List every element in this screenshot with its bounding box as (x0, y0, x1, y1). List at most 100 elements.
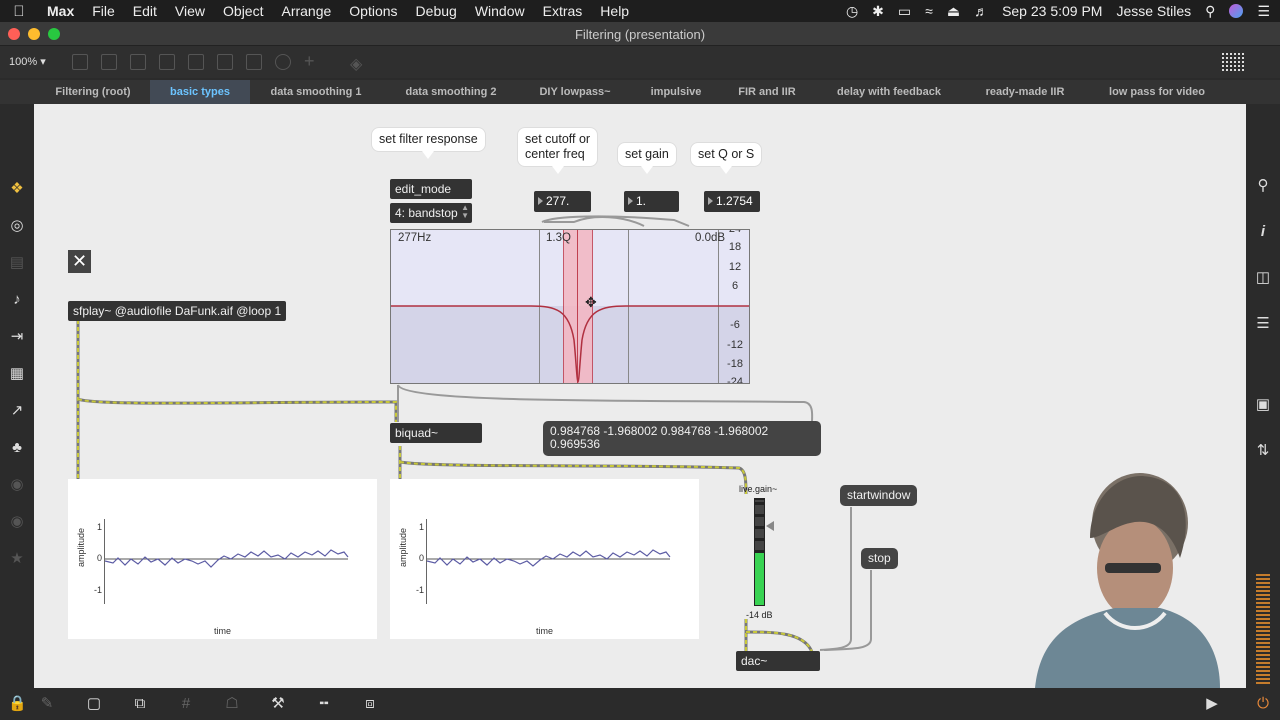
menu-debug[interactable]: Debug (407, 3, 466, 19)
packages-icon[interactable]: ❖ (8, 180, 26, 198)
mixer-icon[interactable]: ⇅ (1254, 442, 1272, 460)
plot-waveform (104, 549, 349, 568)
bars-icon[interactable]: ╍ (315, 695, 333, 713)
stop-button[interactable]: stop (861, 548, 898, 569)
wifi-icon[interactable]: ≈ (925, 3, 933, 19)
stack-icon[interactable]: ⧉ (131, 695, 149, 713)
output-meter-icon (1256, 574, 1270, 684)
image-icon[interactable]: ▦ (8, 365, 26, 383)
lock-toggle-icon[interactable] (72, 54, 88, 70)
paint-bucket-icon[interactable]: ◈ (350, 54, 366, 73)
lock-icon[interactable]: 🔒 (8, 695, 27, 713)
tab-impulsive[interactable]: impulsive (640, 80, 712, 104)
patcher-toolbar: 100% ▾ + ◈ (0, 46, 1280, 78)
grid-icon[interactable]: # (177, 695, 195, 713)
tab-diy-lowpass[interactable]: DIY lowpass~ (530, 80, 620, 104)
tab-delay-with-feedback[interactable]: delay with feedback (830, 80, 948, 104)
new-toggle-icon[interactable] (159, 54, 175, 70)
tab-low-pass-for-video[interactable]: low pass for video (1104, 80, 1210, 104)
tab-basic-types[interactable]: basic types (150, 80, 250, 104)
menu-file[interactable]: File (83, 3, 124, 19)
close-button[interactable]: ✕ (68, 250, 91, 273)
live-gain-slider[interactable]: live.gain~ -14 dB (734, 484, 794, 624)
v-circle-icon[interactable]: ◉ (8, 476, 26, 494)
comment-set-gain: set gain (617, 142, 677, 174)
keyboard-icon[interactable]: ▤ (8, 254, 26, 272)
dac-object[interactable]: dac~ (736, 651, 820, 671)
keypad-icon[interactable]: ⧈ (361, 695, 379, 713)
new-message-icon[interactable] (130, 54, 146, 70)
volume-icon[interactable]: ♬ (974, 3, 988, 19)
search-icon[interactable]: ⚲ (1254, 177, 1272, 195)
list-icon[interactable]: ☰ (1254, 315, 1272, 333)
new-object-icon[interactable] (101, 54, 117, 70)
freq-number-box[interactable]: 277. (534, 191, 591, 212)
presenter-silhouette (1035, 473, 1220, 688)
new-number-icon[interactable] (246, 54, 262, 70)
info-icon[interactable]: i (1254, 223, 1272, 241)
menu-view[interactable]: View (166, 3, 214, 19)
bluetooth-icon[interactable]: ✱ (872, 3, 884, 20)
columns-icon[interactable]: ◫ (1254, 269, 1272, 287)
add-object-icon[interactable]: + (304, 52, 320, 70)
new-slider-icon[interactable] (217, 54, 233, 70)
menu-window[interactable]: Window (466, 3, 534, 19)
presentation-icon[interactable]: ▢ (85, 695, 103, 713)
eject-icon[interactable]: ⏏ (947, 3, 960, 20)
menu-app[interactable]: Max (38, 3, 83, 19)
menu-object[interactable]: Object (214, 3, 272, 19)
camera-icon[interactable]: ▣ (1254, 396, 1272, 414)
comment-cutoff-line-1: set cutoff or (525, 132, 591, 146)
right-sidebar: ⚲ i ◫ ☰ ▣ ⇅ (1246, 104, 1280, 688)
menu-options[interactable]: Options (340, 3, 406, 19)
gain-handle-icon[interactable] (766, 521, 774, 531)
datetime[interactable]: Sep 23 5:09 PM (1002, 3, 1102, 19)
list-arrow-icon[interactable]: ⇥ (8, 328, 26, 346)
edit-mode-message[interactable]: edit_mode (390, 179, 472, 199)
menu-extras[interactable]: Extras (534, 3, 592, 19)
notification-center-icon[interactable]: ☰ (1257, 3, 1270, 20)
star-icon[interactable]: ★ (8, 550, 26, 568)
filtergraph-freq-label: 277Hz (398, 232, 432, 244)
filter-type-menu[interactable]: 4: bandstop ▲ ▼ (390, 203, 472, 223)
paperclip-icon[interactable]: ↗ (8, 402, 26, 420)
comment-set-filter-response: set filter response (371, 127, 486, 159)
tab-data-smoothing-1[interactable]: data smoothing 1 (262, 80, 370, 104)
edit-mode-icon[interactable]: ✎ (38, 695, 56, 713)
startwindow-button[interactable]: startwindow (840, 485, 918, 506)
menu-bar:  Max File Edit View Object Arrange Opti… (0, 0, 1280, 22)
b-circle-icon[interactable]: ◉ (8, 513, 26, 531)
puzzle-icon[interactable]: ♣ (8, 439, 26, 457)
tab-filtering-root[interactable]: Filtering (root) (40, 80, 146, 104)
gain-number-box[interactable]: 1. (624, 191, 679, 212)
snap-icon[interactable]: ☖ (223, 695, 241, 713)
sfplay-object[interactable]: sfplay~ @audiofile DaFunk.aif @loop 1 (68, 301, 286, 321)
new-dial-icon[interactable] (275, 54, 291, 70)
tab-ready-made-iir[interactable]: ready-made IIR (978, 80, 1072, 104)
biquad-object[interactable]: biquad~ (390, 423, 482, 443)
menu-edit[interactable]: Edit (124, 3, 166, 19)
time-machine-icon[interactable]: ◷ (846, 3, 858, 20)
airplay-icon[interactable]: ▭ (898, 3, 911, 20)
target-icon[interactable]: ◎ (8, 217, 26, 235)
siri-icon[interactable] (1229, 4, 1244, 18)
power-icon[interactable]: ⏻ (1254, 695, 1272, 713)
apple-menu-icon[interactable]:  (0, 3, 38, 20)
menu-help[interactable]: Help (591, 3, 638, 19)
wrench-icon[interactable]: ⚒ (269, 695, 287, 713)
filtergraph[interactable]: 277Hz 1.3Q 0.0dB 24 18 12 6 -6 -12 -18 -… (390, 229, 750, 384)
tab-fir-and-iir[interactable]: FIR and IIR (730, 80, 804, 104)
tab-data-smoothing-2[interactable]: data smoothing 2 (397, 80, 505, 104)
grid-menu-icon[interactable] (1222, 53, 1244, 71)
spotlight-search-icon[interactable]: ⚲ (1205, 3, 1215, 20)
music-note-icon[interactable]: ♪ (8, 291, 26, 309)
gain-meter-fill (755, 553, 764, 605)
zoom-level[interactable]: 100% ▾ (9, 55, 46, 68)
play-icon[interactable]: ▶ (1203, 695, 1221, 713)
user-name[interactable]: Jesse Stiles (1116, 3, 1191, 19)
menu-arrange[interactable]: Arrange (272, 3, 340, 19)
coefficients-message[interactable]: 0.984768 -1.968002 0.984768 -1.968002 0.… (543, 421, 821, 456)
q-number-box[interactable]: 1.2754 (704, 191, 760, 212)
left-sidebar: ❖ ◎ ▤ ♪ ⇥ ▦ ↗ ♣ ◉ ◉ ★ (0, 104, 34, 688)
new-button-icon[interactable] (188, 54, 204, 70)
